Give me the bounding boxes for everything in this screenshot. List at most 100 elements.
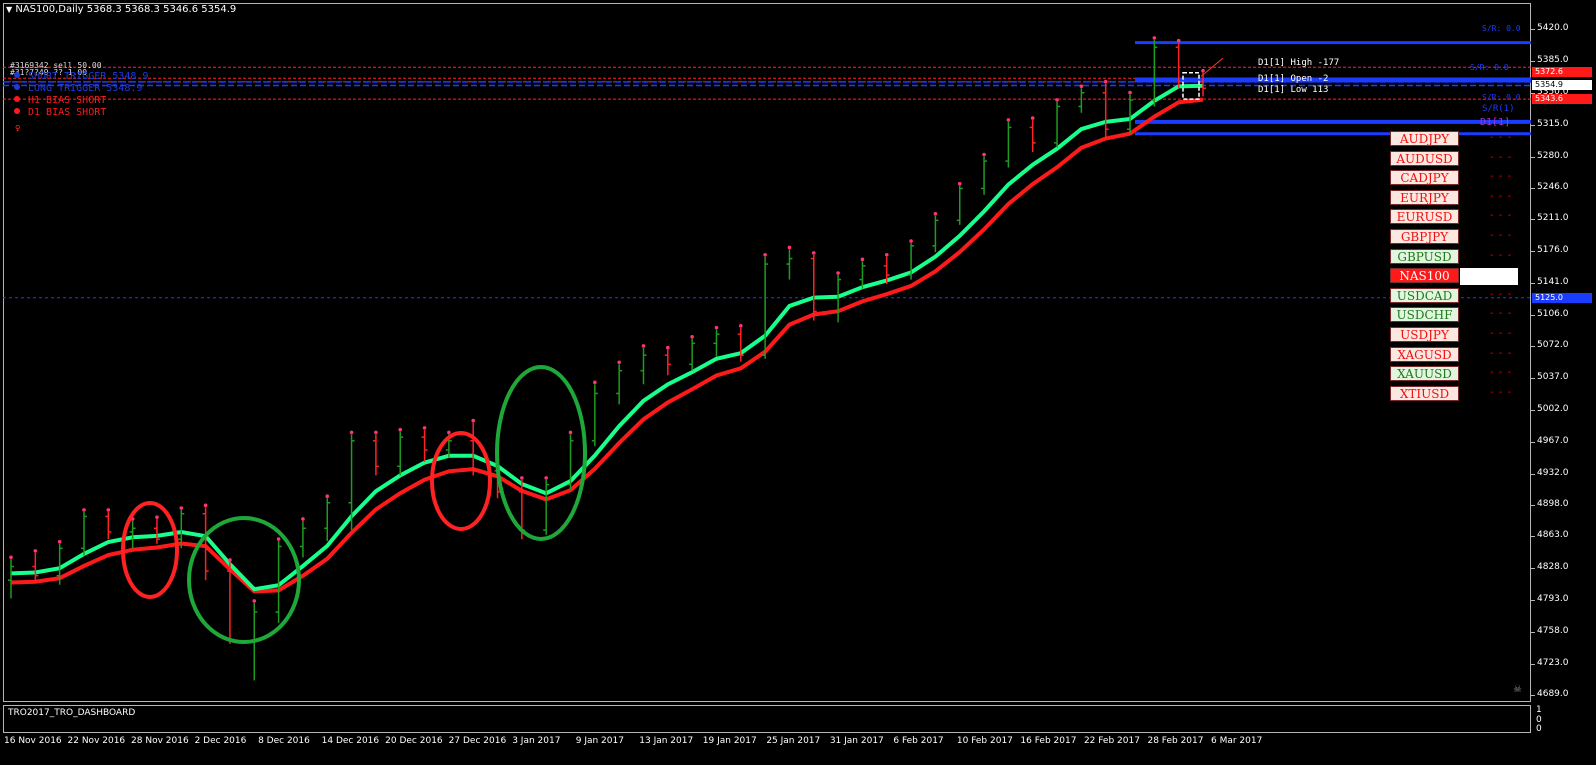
price-tick-label: 5246.0 <box>1537 181 1569 192</box>
symbol-button-xagusd[interactable]: XAGUSD <box>1390 346 1459 362</box>
symbol-button-cadjpy[interactable]: CADJPY <box>1390 170 1459 186</box>
time-tick-label: 20 Dec 2016 <box>385 736 443 746</box>
candle <box>932 211 939 253</box>
time-tick-label: 16 Feb 2017 <box>1020 736 1077 746</box>
candle <box>1029 116 1036 152</box>
symbol-button-audusd[interactable]: AUDUSD <box>1390 150 1459 166</box>
candle <box>810 251 817 321</box>
candle-high-marker <box>666 345 670 350</box>
subwindow-axis: 1 0 0 <box>1531 705 1596 734</box>
candle <box>299 517 306 558</box>
symbol-button-nas100[interactable]: NAS100 <box>1390 268 1459 284</box>
symbol-signal-dash: - - - <box>1490 230 1513 241</box>
price-label-upper: 5372.6 <box>1532 67 1592 78</box>
symbol-signal-dash: - - - <box>1490 367 1513 379</box>
symbol-button-usdcad[interactable]: USDCAD <box>1390 287 1459 303</box>
price-chart <box>3 36 1531 681</box>
time-tick-label: 2 Dec 2016 <box>194 736 247 746</box>
legend-dot-icon <box>14 108 20 114</box>
price-tick-label: 4932.0 <box>1537 467 1569 478</box>
candle <box>689 334 696 371</box>
price-tick-mark <box>1531 568 1535 570</box>
price-tick-label: 4863.0 <box>1537 530 1569 541</box>
price-tick-mark <box>1531 441 1535 443</box>
candle-high-marker <box>228 558 232 562</box>
symbol-button-xtiusd[interactable]: XTIUSD <box>1390 385 1459 401</box>
subwindow-title: TRO2017_TRO_DASHBOARD <box>8 708 136 718</box>
candle-high-marker <box>252 599 257 603</box>
symbol-signal-dash: - - - <box>1490 171 1513 183</box>
price-tick-mark <box>1531 600 1535 602</box>
legend-text: LONG TRIGGER 5348.9 <box>28 83 143 94</box>
candle-high-marker <box>471 418 476 423</box>
symbol-signal-dash: - - - <box>1490 190 1513 202</box>
d1-low-label: D1[1] Low 113 <box>1258 85 1329 95</box>
symbol-button-eurjpy[interactable]: EURJPY <box>1390 189 1459 205</box>
symbol-button-usdchf[interactable]: USDCHF <box>1390 307 1459 323</box>
candle <box>421 426 428 462</box>
candle-high-marker <box>57 539 62 544</box>
candle <box>1151 36 1158 107</box>
candle <box>981 152 988 195</box>
candle <box>664 345 671 376</box>
symbol-button-xauusd[interactable]: XAUUSD <box>1390 366 1459 382</box>
legend-dot-icon <box>14 96 20 102</box>
skull-icon: ☠ <box>1513 684 1522 695</box>
candle-high-marker <box>82 508 86 512</box>
candle-high-marker <box>593 380 597 385</box>
price-label-current: 5354.9 <box>1532 80 1592 91</box>
candle <box>202 503 209 581</box>
candle <box>591 380 598 447</box>
legend-row: D1 BIAS SHORT <box>14 107 106 118</box>
time-tick-label: 16 Nov 2016 <box>4 736 62 746</box>
candle-high-marker <box>203 503 208 508</box>
candle-high-marker <box>1128 90 1132 95</box>
candle-high-marker <box>1176 38 1181 43</box>
candle-high-marker <box>325 494 330 499</box>
candle-high-marker <box>1201 68 1205 73</box>
candle <box>762 252 769 359</box>
price-tick-mark <box>1531 632 1535 634</box>
candle-high-marker <box>374 430 378 435</box>
price-tick-mark <box>1531 60 1535 62</box>
time-tick-label: 13 Jan 2017 <box>639 736 694 746</box>
symbol-button-usdjpy[interactable]: USDJPY <box>1390 327 1459 342</box>
candle <box>713 325 720 357</box>
price-tick-label: 4828.0 <box>1537 562 1569 573</box>
time-tick-label: 8 Dec 2016 <box>258 736 310 746</box>
symbol-button-eurusd[interactable]: EURUSD <box>1390 209 1459 225</box>
symbol-button-gbpjpy[interactable]: GBPJPY <box>1390 229 1459 244</box>
candle-high-marker <box>641 344 646 348</box>
candle <box>397 427 404 476</box>
candle <box>616 360 623 405</box>
candle-high-marker <box>714 325 719 330</box>
annotation-circle <box>430 431 492 531</box>
candle-high-marker <box>520 476 524 480</box>
candle-high-marker <box>617 360 621 365</box>
candle <box>1054 98 1061 148</box>
candle <box>275 537 282 624</box>
candle-high-marker <box>787 245 792 250</box>
candle-high-marker <box>1006 118 1011 122</box>
symbol-signal-dash: - - - <box>1490 347 1513 359</box>
time-tick-label: 27 Dec 2016 <box>448 736 507 746</box>
symbol-button-gbpusd[interactable]: GBPUSD <box>1390 248 1459 264</box>
time-tick-label: 3 Jan 2017 <box>512 736 561 746</box>
legend-row: H1 BIAS SHORT <box>14 95 106 106</box>
symbol-button-audjpy[interactable]: AUDJPY <box>1390 131 1459 146</box>
price-axis[interactable]: 5420.0 5385.0 5350.0 5315.0 5280.0 5246.0 5211… <box>1531 3 1596 702</box>
price-tick-label: 5211.0 <box>1537 213 1569 224</box>
price-tick-mark <box>1531 29 1535 30</box>
price-label-blue: 5125.0 <box>1532 292 1592 303</box>
time-tick-label: 31 Jan 2017 <box>829 736 884 746</box>
legend-dot-icon <box>14 72 20 78</box>
price-tick-label: 4723.0 <box>1537 658 1569 669</box>
time-tick-label: 10 Feb 2017 <box>956 736 1013 746</box>
candle-high-marker <box>836 271 840 275</box>
price-tick-label: 4967.0 <box>1537 435 1569 446</box>
price-tick-label: 5141.0 <box>1537 277 1569 288</box>
price-tick-mark <box>1531 536 1535 538</box>
candle <box>543 476 550 535</box>
candle-high-marker <box>544 476 548 480</box>
indicator-subwindow[interactable]: TRO2017_TRO_DASHBOARD ☠ <box>3 684 1531 733</box>
